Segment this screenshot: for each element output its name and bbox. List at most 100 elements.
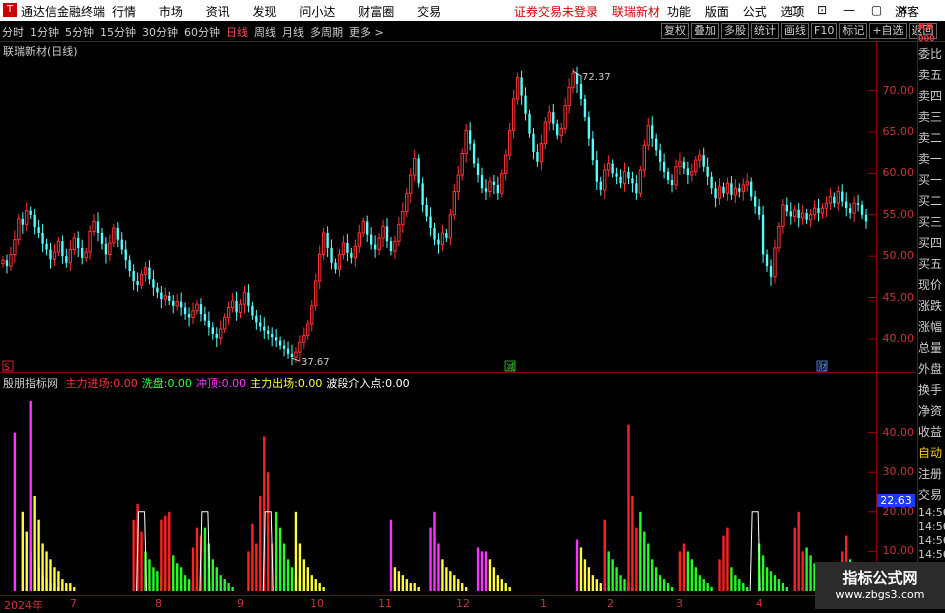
indicator-chart[interactable] [0,373,876,595]
toolbar-button[interactable]: F10 [811,23,838,39]
quote-item[interactable]: 外盘 [918,359,945,380]
quote-item[interactable]: 现价 [918,275,945,296]
quote-item[interactable]: 买三 [918,212,945,233]
period-tab[interactable]: 15分钟 [100,26,136,39]
indicator-bar [306,567,310,591]
quote-item[interactable]: 买五 [918,254,945,275]
candle [536,144,539,167]
event-marker[interactable]: 财 [818,361,827,372]
event-marker[interactable]: S [4,363,10,372]
period-tab[interactable]: 日线 [226,26,248,39]
indicator-tick: 10.00 [882,544,915,558]
period-tab[interactable]: 30分钟 [142,26,178,39]
candle [112,223,116,248]
quote-item[interactable]: 卖五 [918,65,945,86]
period-tab[interactable]: 分时 [2,26,24,39]
quote-action[interactable]: 交易 [918,485,945,506]
stock-code[interactable]: KR 000 [918,22,945,44]
period-tab[interactable]: 60分钟 [184,26,220,39]
window-box-icon[interactable]: ▢ [790,3,801,17]
indicator-bar [670,587,674,591]
login-status[interactable]: 证券交易未登录 [514,5,598,19]
toolbar-button[interactable]: +自选 [869,23,907,39]
candle [405,188,409,218]
menu-item[interactable]: 交易 [417,5,441,19]
period-tab[interactable]: 月线 [282,26,304,39]
user-label[interactable]: 游客 [895,3,919,20]
indicator-bar [168,511,171,591]
quote-item[interactable]: 净资 [918,401,945,422]
menu-formula[interactable]: 公式 [743,5,767,19]
candle [219,320,223,345]
minimize-icon[interactable]: — [843,3,855,17]
toolbar-button[interactable]: 标记 [839,23,868,39]
candle [841,184,844,207]
toolbar-button[interactable]: 画线 [781,23,809,39]
period-tab[interactable]: 1分钟 [30,26,59,39]
quote-action[interactable]: 注册 [918,464,945,485]
quote-item[interactable]: 涨幅 [918,317,945,338]
candle [472,139,476,168]
period-toolbar: 分时 1分钟 5分钟 15分钟 30分钟 60分钟 日线 周线 月线 多周期 更多 > 复权 叠加 多股… [0,21,945,42]
indicator-bar [496,575,500,591]
indicator-bar [298,543,302,591]
indicator-bar [805,547,808,591]
quote-item[interactable]: 买一 [918,170,945,191]
period-tab[interactable]: 多周期 [310,26,343,39]
toolbar-button[interactable]: 叠加 [691,23,719,39]
window-restore-icon[interactable]: ⊡ [817,3,827,17]
price-tick: 55.00 [882,207,915,221]
period-tab[interactable]: 5分钟 [65,26,94,39]
indicator-bar [694,567,697,591]
candlestick-panel[interactable]: 72.37 37.67 S 减 财 联瑞新材(日线) [0,41,876,372]
quote-item[interactable]: 总量 [918,338,945,359]
indicator-bar [25,531,28,591]
quote-item[interactable]: 卖一 [918,149,945,170]
quote-action[interactable]: 自动 [918,443,945,464]
candle [635,175,638,200]
menu-item[interactable]: 问小达 [299,5,335,19]
candle [433,223,436,246]
menu-item[interactable]: 财富圈 [358,5,394,19]
candle [552,103,555,131]
period-tab[interactable]: 周线 [254,26,276,39]
toolbar-button[interactable]: 统计 [751,23,779,39]
candle [642,139,646,178]
toolbar-button[interactable]: 多股 [721,23,749,39]
candle [524,87,527,121]
menu-layout[interactable]: 版面 [705,5,729,19]
candle [128,255,131,277]
maximize-icon[interactable]: ▢ [871,3,882,17]
menu-item[interactable]: 资讯 [206,5,230,19]
toolbar-button[interactable]: 复权 [661,23,689,39]
quote-item[interactable]: 买二 [918,191,945,212]
indicator-bar [461,583,464,591]
candle [346,233,349,262]
menu-item[interactable]: 行情 [112,5,136,19]
menu-function[interactable]: 功能 [667,5,691,19]
indicator-bar [702,579,705,591]
indicator-title[interactable]: 殷朋指标网 [3,377,58,390]
indicator-bar [643,531,646,591]
candle [741,178,745,201]
quote-item[interactable]: 卖四 [918,86,945,107]
quote-item[interactable]: 换手 [918,380,945,401]
candle [357,224,361,253]
period-tab[interactable]: 更多 > [349,26,384,39]
quote-item[interactable]: 买四 [918,233,945,254]
event-marker[interactable]: 减 [506,361,515,372]
candle [187,307,191,327]
candle [587,111,591,147]
quote-item[interactable]: 卖二 [918,128,945,149]
indicator-panel[interactable]: 殷朋指标网 主力进场:0.00 洗盘:0.00 冲顶:0.00 主力出场:0.00 波段… [0,373,876,595]
quote-item[interactable]: 卖三 [918,107,945,128]
menu-item[interactable]: 市场 [159,5,183,19]
legend-label: 主力进场: [65,377,114,390]
candlestick-chart[interactable]: 72.37 37.67 S 减 财 [0,41,876,372]
menu-item[interactable]: 发现 [253,5,277,19]
quote-item[interactable]: 涨跌 [918,296,945,317]
indicator-bar [623,579,626,591]
candle [366,215,369,243]
quote-item[interactable]: 收益 [918,422,945,443]
quote-item[interactable]: 委比 [918,44,945,65]
